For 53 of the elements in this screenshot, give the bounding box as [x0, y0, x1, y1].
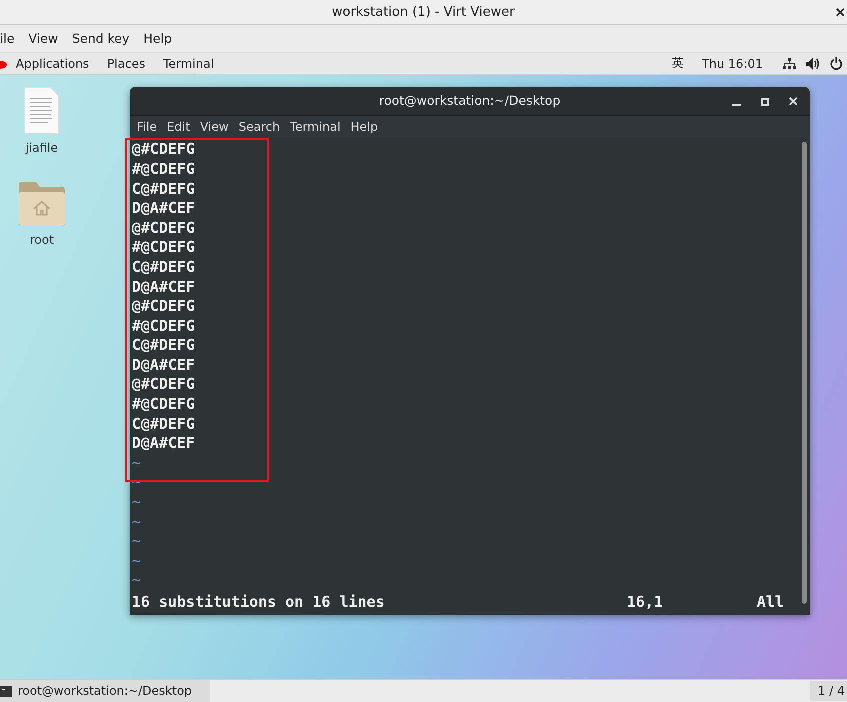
workspace-indicator[interactable]: 1 / 4: [810, 681, 847, 701]
text-line: C@#DEFG: [132, 336, 196, 354]
power-icon[interactable]: [830, 57, 843, 70]
menu-item[interactable]: Edit: [162, 120, 196, 134]
volume-icon[interactable]: [806, 58, 820, 70]
text-line: @#CDEFG: [132, 140, 196, 158]
top-bar-menu[interactable]: Terminal: [159, 56, 218, 70]
menu-item[interactable]: File: [130, 120, 162, 134]
close-icon[interactable]: [836, 8, 845, 17]
text-line: C@#DEFG: [132, 180, 196, 198]
text-line: D@A#CEF: [132, 278, 196, 296]
menu-item[interactable]: Help: [346, 120, 384, 134]
text-line: C@#DEFG: [132, 258, 196, 276]
cursor-position: 16,1: [627, 592, 664, 613]
text-line: @#CDEFG: [132, 297, 196, 316]
icon-label: jiafile: [26, 141, 58, 155]
icon-label: root: [30, 233, 54, 247]
text-line: D@A#CEF: [132, 356, 196, 374]
menu-item[interactable]: ile: [0, 31, 22, 46]
empty-line-marker: ~: [132, 532, 142, 550]
menu-item[interactable]: Search: [234, 120, 286, 134]
maximize-icon[interactable]: [761, 98, 769, 106]
text-line: #@CDEFG: [132, 395, 196, 414]
taskbar-window-button[interactable]: root@workstation:~/Desktop: [0, 680, 210, 702]
terminal-title: root@workstation:~/Desktop: [379, 93, 561, 108]
empty-line-marker: ~: [132, 571, 142, 590]
empty-line-marker: ~: [132, 552, 142, 570]
top-bar-menu[interactable]: Places: [103, 56, 150, 70]
text-line: @#CDEFG: [132, 218, 196, 237]
menu-item[interactable]: Help: [136, 31, 180, 46]
text-line: @#CDEFG: [132, 375, 196, 394]
menu-item[interactable]: View: [195, 120, 234, 134]
empty-line-marker: ~: [132, 512, 142, 531]
text-line: #@CDEFG: [132, 160, 196, 178]
menu-item[interactable]: Terminal: [285, 120, 346, 134]
terminal-icon: [0, 686, 12, 696]
menu-item[interactable]: View: [22, 31, 66, 46]
text-line: #@CDEFG: [132, 238, 196, 256]
status-message: 16 substitutions on 16 lines: [132, 592, 386, 613]
text-line: C@#DEFG: [132, 414, 196, 433]
network-icon[interactable]: [783, 58, 796, 69]
text-line: #@CDEFG: [132, 316, 196, 335]
scrollbar-thumb[interactable]: [802, 142, 806, 604]
top-bar-menu[interactable]: Applications: [12, 56, 94, 70]
clock[interactable]: Thu 16:01: [698, 56, 767, 70]
window-title: workstation (1) - Virt Viewer: [332, 4, 515, 20]
empty-line-marker: ~: [132, 493, 142, 512]
text-line: D@A#CEF: [132, 199, 196, 218]
text-line: D@A#CEF: [132, 434, 196, 452]
scroll-indicator: All: [757, 592, 786, 613]
empty-line-marker: ~: [132, 454, 142, 472]
input-method[interactable]: 英: [668, 55, 688, 72]
menu-item[interactable]: Send key: [65, 31, 137, 46]
